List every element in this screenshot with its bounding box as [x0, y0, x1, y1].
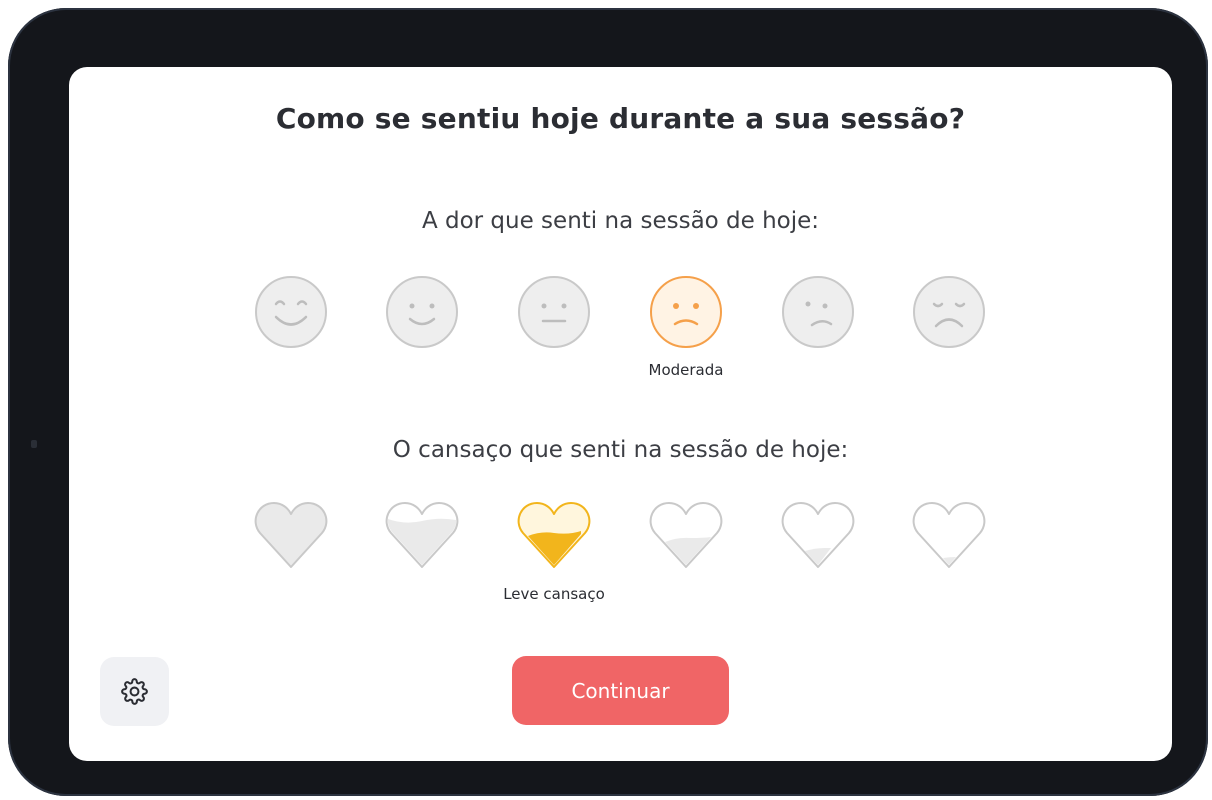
screen: Como se sentiu hoje durante a sua sessão…	[69, 67, 1172, 761]
pain-option-very-happy[interactable]	[252, 273, 330, 351]
heart-very-low-icon	[781, 502, 855, 568]
fatigue-option-2[interactable]	[383, 495, 461, 573]
pain-option-moderate[interactable]: Moderada	[647, 273, 725, 379]
pain-selected-label: Moderada	[648, 361, 724, 379]
pain-option-neutral[interactable]	[515, 273, 593, 351]
fatigue-option-6[interactable]	[910, 495, 988, 573]
settings-button[interactable]	[100, 657, 169, 726]
happy-face-icon	[386, 276, 458, 348]
fatigue-option-5[interactable]	[779, 495, 857, 573]
pain-option-happy[interactable]	[383, 273, 461, 351]
gear-icon	[121, 678, 148, 705]
pain-question: A dor que senti na sessão de hoje:	[421, 208, 820, 234]
fatigue-selected-label: Leve cansaço	[503, 585, 605, 603]
pain-option-very-sad[interactable]	[910, 273, 988, 351]
page-title: Como se sentiu hoje durante a sua sessão…	[275, 102, 966, 135]
heart-low-icon	[649, 502, 723, 568]
neutral-face-icon	[518, 276, 590, 348]
fatigue-scale: Leve cansaço	[69, 495, 1172, 603]
fatigue-option-4[interactable]	[647, 495, 725, 573]
fatigue-option-1[interactable]	[252, 495, 330, 573]
continue-button[interactable]: Continuar	[512, 656, 729, 725]
pain-scale: Moderada	[69, 273, 1172, 379]
fatigue-option-light[interactable]: Leve cansaço	[503, 495, 605, 603]
very-sad-face-icon	[913, 276, 985, 348]
camera-dot	[31, 440, 37, 448]
heart-half-icon	[517, 502, 591, 568]
unhappy-face-icon	[782, 276, 854, 348]
heart-full-icon	[254, 502, 328, 568]
very-happy-face-icon	[255, 276, 327, 348]
heart-mostly-full-icon	[385, 502, 459, 568]
pain-option-unhappy[interactable]	[779, 273, 857, 351]
fatigue-question: O cansaço que senti na sessão de hoje:	[392, 437, 849, 463]
sad-face-icon	[650, 276, 722, 348]
heart-empty-icon	[912, 502, 986, 568]
tablet-frame: Como se sentiu hoje durante a sua sessão…	[8, 8, 1208, 796]
